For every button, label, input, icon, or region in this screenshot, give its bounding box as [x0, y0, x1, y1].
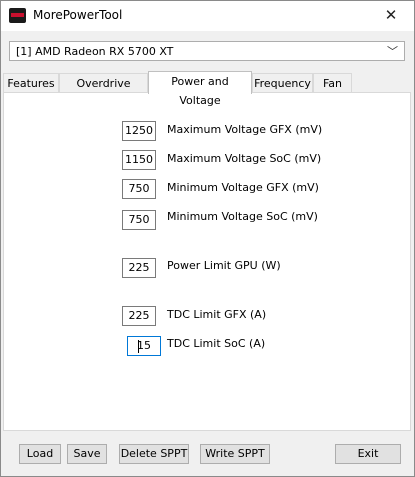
title-bar: MorePowerTool ✕ — [1, 1, 414, 31]
tab-frequency[interactable]: Frequency — [252, 73, 313, 92]
tab-strip: Features Overdrive Limits Power and Volt… — [3, 71, 413, 109]
tab-power-and-voltage[interactable]: Power and Voltage — [148, 71, 252, 107]
tdc-limit-soc-label: TDC Limit SoC (A) — [167, 337, 266, 350]
max-voltage-gfx-input[interactable]: 1250 — [122, 121, 156, 141]
write-sppt-button[interactable]: Write SPPT — [200, 444, 270, 464]
power-limit-gpu-label: Power Limit GPU (W) — [167, 259, 281, 272]
min-voltage-gfx-label: Minimum Voltage GFX (mV) — [167, 181, 319, 194]
tab-overdrive-limits[interactable]: Overdrive Limits — [59, 73, 148, 109]
save-button[interactable]: Save — [67, 444, 107, 464]
app-window: MorePowerTool ✕ [1] AMD Radeon RX 5700 X… — [0, 0, 415, 477]
amd-logo-icon — [9, 8, 26, 23]
chevron-down-icon: ﹀ — [387, 45, 398, 58]
max-voltage-soc-input[interactable]: 1150 — [122, 150, 156, 170]
gpu-select-value: [1] AMD Radeon RX 5700 XT — [16, 45, 174, 58]
tdc-limit-soc-value: 15 — [137, 339, 151, 352]
gpu-select[interactable]: [1] AMD Radeon RX 5700 XT ﹀ — [9, 41, 405, 61]
window-title: MorePowerTool — [33, 8, 123, 22]
close-button[interactable]: ✕ — [368, 1, 414, 31]
min-voltage-gfx-input[interactable]: 750 — [122, 179, 156, 199]
min-voltage-soc-label: Minimum Voltage SoC (mV) — [167, 210, 318, 223]
tdc-limit-gfx-label: TDC Limit GFX (A) — [167, 308, 267, 321]
power-voltage-panel: 1250 Maximum Voltage GFX (mV) 1150 Maxim… — [3, 92, 411, 431]
text-caret — [138, 340, 139, 353]
min-voltage-soc-input[interactable]: 750 — [122, 210, 156, 230]
tab-fan[interactable]: Fan — [313, 73, 352, 92]
tdc-limit-soc-input[interactable]: 15 — [127, 336, 161, 356]
max-voltage-gfx-label: Maximum Voltage GFX (mV) — [167, 123, 323, 136]
exit-button[interactable]: Exit — [335, 444, 401, 464]
delete-sppt-button[interactable]: Delete SPPT — [119, 444, 189, 464]
tab-features[interactable]: Features — [3, 73, 59, 92]
power-limit-gpu-input[interactable]: 225 — [122, 258, 156, 278]
max-voltage-soc-label: Maximum Voltage SoC (mV) — [167, 152, 322, 165]
load-button[interactable]: Load — [19, 444, 61, 464]
tdc-limit-gfx-input[interactable]: 225 — [122, 306, 156, 326]
